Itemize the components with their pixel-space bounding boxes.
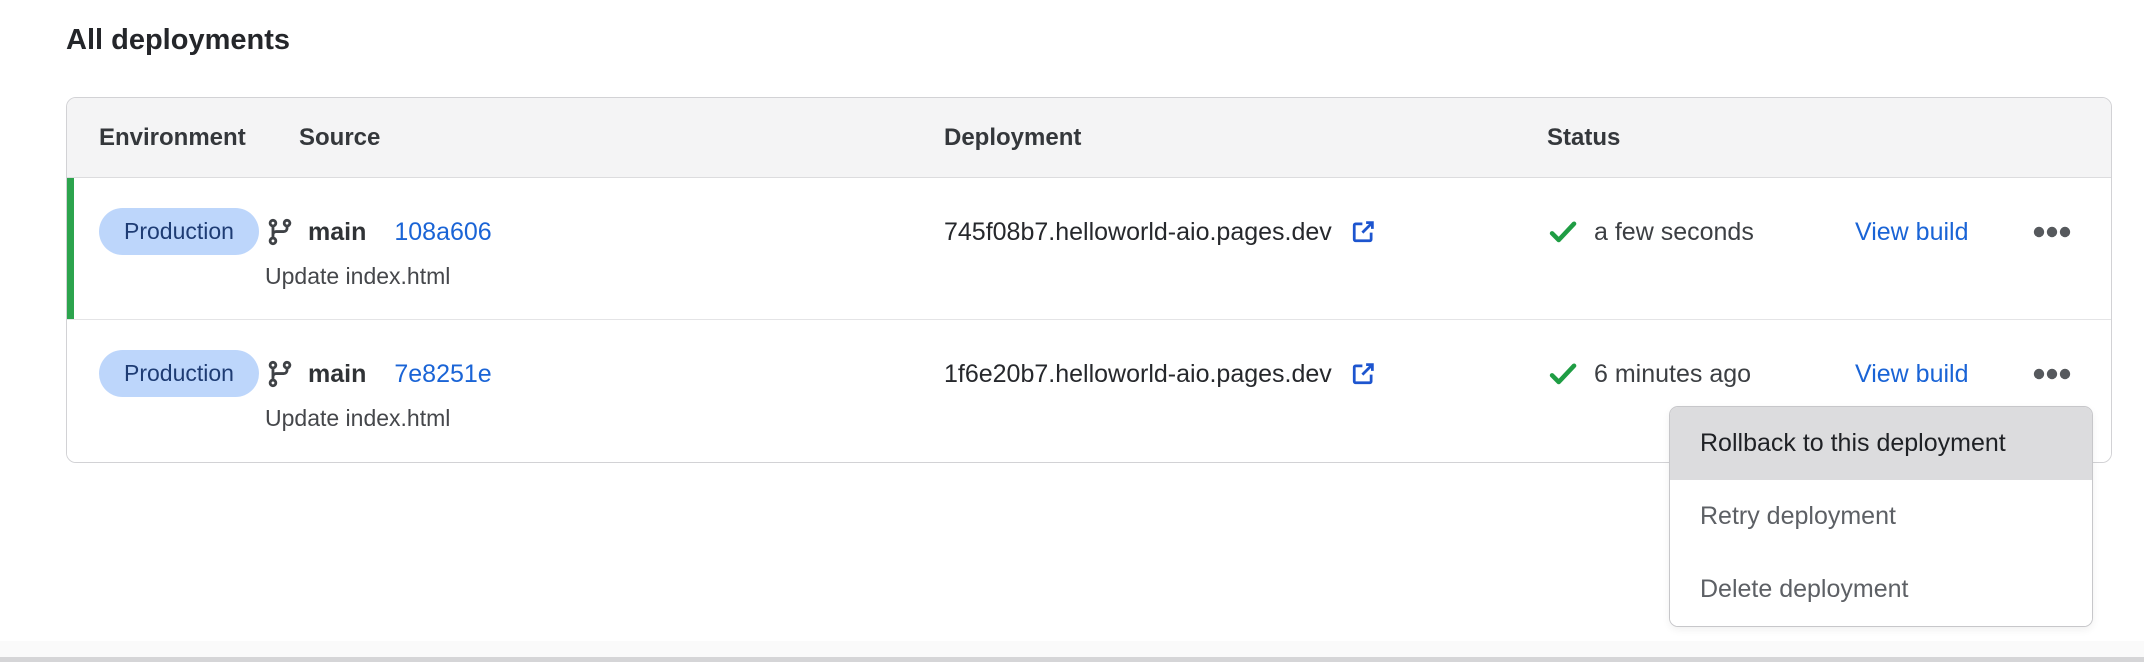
view-build-link[interactable]: View build [1855, 208, 1969, 256]
commit-link[interactable]: 108a606 [394, 218, 491, 247]
environment-badge: Production [99, 208, 259, 255]
status-time: 6 minutes ago [1594, 360, 1751, 389]
commit-message: Update index.html [265, 403, 944, 433]
column-header-environment: Environment [67, 124, 265, 152]
deployment-actions-menu: Rollback to this deployment Retry deploy… [1669, 406, 2093, 627]
branch-name: main [308, 360, 366, 389]
view-build-link[interactable]: View build [1855, 350, 1969, 398]
commit-message: Update index.html [265, 261, 944, 291]
git-branch-icon [265, 217, 295, 247]
current-deployment-indicator [67, 178, 74, 319]
status-time: a few seconds [1594, 218, 1754, 247]
table-header: Environment Source Deployment Status [67, 98, 2111, 178]
column-header-status: Status [1547, 124, 2111, 152]
page-bottom-divider [0, 641, 2144, 662]
deployment-url: 1f6e20b7.helloworld-aio.pages.dev [944, 360, 1332, 389]
branch-name: main [308, 218, 366, 247]
external-link-icon[interactable] [1348, 217, 1378, 247]
deployment-actions-button[interactable] [2033, 350, 2071, 398]
ellipsis-icon [2033, 368, 2071, 380]
check-icon [1547, 216, 1579, 248]
git-branch-icon [265, 359, 295, 389]
commit-link[interactable]: 7e8251e [394, 360, 491, 389]
deployment-url: 745f08b7.helloworld-aio.pages.dev [944, 218, 1332, 247]
check-icon [1547, 358, 1579, 390]
deployment-actions-button[interactable] [2033, 208, 2071, 256]
environment-badge: Production [99, 350, 259, 397]
external-link-icon[interactable] [1348, 359, 1378, 389]
menu-item-delete[interactable]: Delete deployment [1670, 553, 2092, 626]
menu-item-rollback[interactable]: Rollback to this deployment [1670, 407, 2092, 480]
table-row: Production main 108a606 Update index.htm… [67, 178, 2111, 320]
page-title: All deployments [66, 24, 290, 57]
ellipsis-icon [2033, 226, 2071, 238]
column-header-source: Source [265, 124, 380, 151]
column-header-deployment: Deployment [944, 124, 1547, 152]
menu-item-retry[interactable]: Retry deployment [1670, 480, 2092, 553]
